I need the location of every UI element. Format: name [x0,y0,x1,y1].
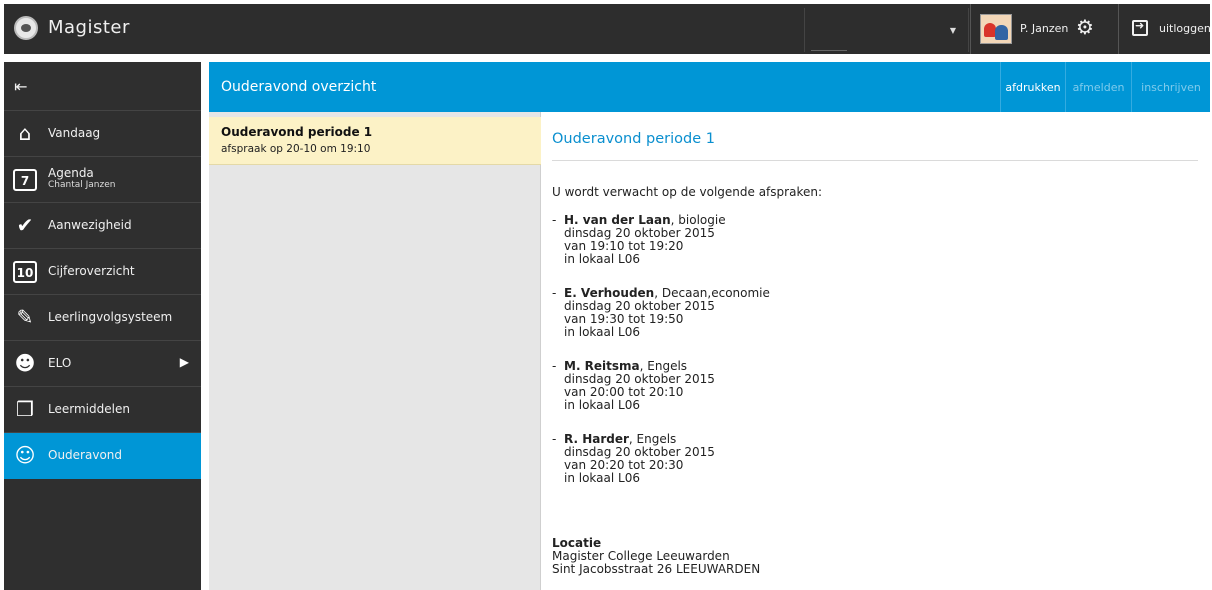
sidebar-item-label: Leermiddelen [48,402,130,416]
sidebar-item-sublabel: Chantal Janzen [48,180,116,190]
sidebar-item-leermiddelen[interactable]: ❒ Leermiddelen [4,387,201,433]
teacher-subject: , Engels [628,432,677,446]
chevron-right-icon: ▶ [179,355,189,369]
teacher-name: R. Harder [564,432,629,446]
teacher-name: M. Reitsma [564,359,640,373]
appointment-room: in lokaal L06 [564,325,640,339]
sidebar-collapse-button[interactable]: ⇤ [4,62,201,111]
chevron-down-icon: ▼ [949,26,956,35]
sidebar-item-label: Vandaag [48,126,101,140]
grades-icon: 10 [13,261,37,283]
sidebar-item-label: Aanwezigheid [48,218,132,232]
teacher-subject: , Engels [639,359,688,373]
sidebar-item-elo[interactable]: ☻ ELO ▶ [4,341,201,387]
sidebar-item-agenda[interactable]: 7 Agenda Chantal Janzen [4,157,201,203]
sidebar-item-label: Cijferoverzicht [48,264,135,278]
divider [970,4,971,54]
sidebar-item-label: Agenda [48,166,94,180]
sidebar-item-vandaag[interactable]: ⌂ Vandaag [4,111,201,157]
appointment-room: in lokaal L06 [564,398,640,412]
gear-icon[interactable]: ⚙ [1076,17,1094,37]
logout-button[interactable]: uitloggen [1159,22,1211,35]
meeting-list: Ouderavond periode 1 afspraak op 20-10 o… [209,112,541,590]
sidebar-item-label: ELO [48,356,72,370]
bullet-dash: - [552,286,557,300]
list-item[interactable]: Ouderavond periode 1 afspraak op 20-10 o… [209,117,541,165]
calendar-icon: 7 [13,169,37,191]
content-header: Ouderavond overzicht afdrukken afmelden … [209,62,1210,112]
top-bar-inner: Magister ▼ P. Janzen ⚙ uitloggen [4,4,1211,54]
teacher-subject: , biologie [670,213,726,227]
list-item-subtitle: afspraak op 20-10 om 19:10 [221,143,371,155]
page-title: Ouderavond overzicht [221,79,377,95]
bullet-dash: - [552,213,557,227]
subscribe-button[interactable]: inschrijven [1131,62,1210,112]
sidebar-item-label: Leerlingvolgsysteem [48,310,173,324]
checkmark-icon: ✔ [16,213,34,237]
parent-meeting-icon: ☺ [14,443,36,467]
appointment-room: in lokaal L06 [564,471,640,485]
sidebar: ⇤ ⌂ Vandaag 7 Agenda Chantal Janzen ✔ Aa… [4,62,201,590]
print-button[interactable]: afdrukken [1000,62,1065,112]
teacher-name: E. Verhouden [564,286,655,300]
bullet-dash: - [552,432,557,446]
user-name[interactable]: P. Janzen [1020,22,1068,35]
list-item-title: Ouderavond periode 1 [221,125,373,139]
books-icon: ❒ [16,397,34,421]
sidebar-item-label: Ouderavond [48,448,123,462]
appointment-lines: H. van der Laan, biologie dinsdag 20 okt… [564,214,726,266]
dropdown-underline [811,50,847,51]
home-icon: ⌂ [18,121,32,145]
teacher-name: H. van der Laan [564,213,671,227]
sidebar-item-aanwezigheid[interactable]: ✔ Aanwezigheid [4,203,201,249]
unsubscribe-button[interactable]: afmelden [1065,62,1131,112]
meeting-detail: Ouderavond periode 1 U wordt verwacht op… [541,112,1210,590]
notebook-icon: ✎ [16,305,34,329]
sidebar-item-cijferoverzicht[interactable]: 10 Cijferoverzicht [4,249,201,295]
collapse-menu-icon: ⇤ [14,77,28,96]
divider [1118,4,1119,54]
magister-logo-icon [14,16,38,40]
location-block: Locatie Magister College Leeuwarden Sint… [552,537,760,576]
appointment-room: in lokaal L06 [564,252,640,266]
appointment-lines: E. Verhouden, Decaan,economie dinsdag 20… [564,287,770,339]
teacher-subject: , Decaan,economie [654,286,770,300]
child-selector-dropdown[interactable]: ▼ [804,8,969,52]
appointment-lines: M. Reitsma, Engels dinsdag 20 oktober 20… [564,360,715,412]
avatar[interactable] [980,14,1012,44]
appointment-lines: R. Harder, Engels dinsdag 20 oktober 201… [564,433,715,485]
detail-title: Ouderavond periode 1 [552,131,715,147]
people-icon: ☻ [14,351,36,375]
logout-icon[interactable] [1132,19,1148,36]
person-icon [995,25,1008,40]
sidebar-item-leerlingvolgsysteem[interactable]: ✎ Leerlingvolgsysteem [4,295,201,341]
bullet-dash: - [552,359,557,373]
location-address: Sint Jacobsstraat 26 LEEUWARDEN [552,562,761,576]
top-bar: Magister ▼ P. Janzen ⚙ uitloggen [0,0,1212,62]
intro-text: U wordt verwacht op de volgende afsprake… [552,185,822,199]
sidebar-item-ouderavond[interactable]: ☺ Ouderavond [4,433,201,479]
app-title: Magister [48,17,130,38]
divider [552,160,1198,161]
